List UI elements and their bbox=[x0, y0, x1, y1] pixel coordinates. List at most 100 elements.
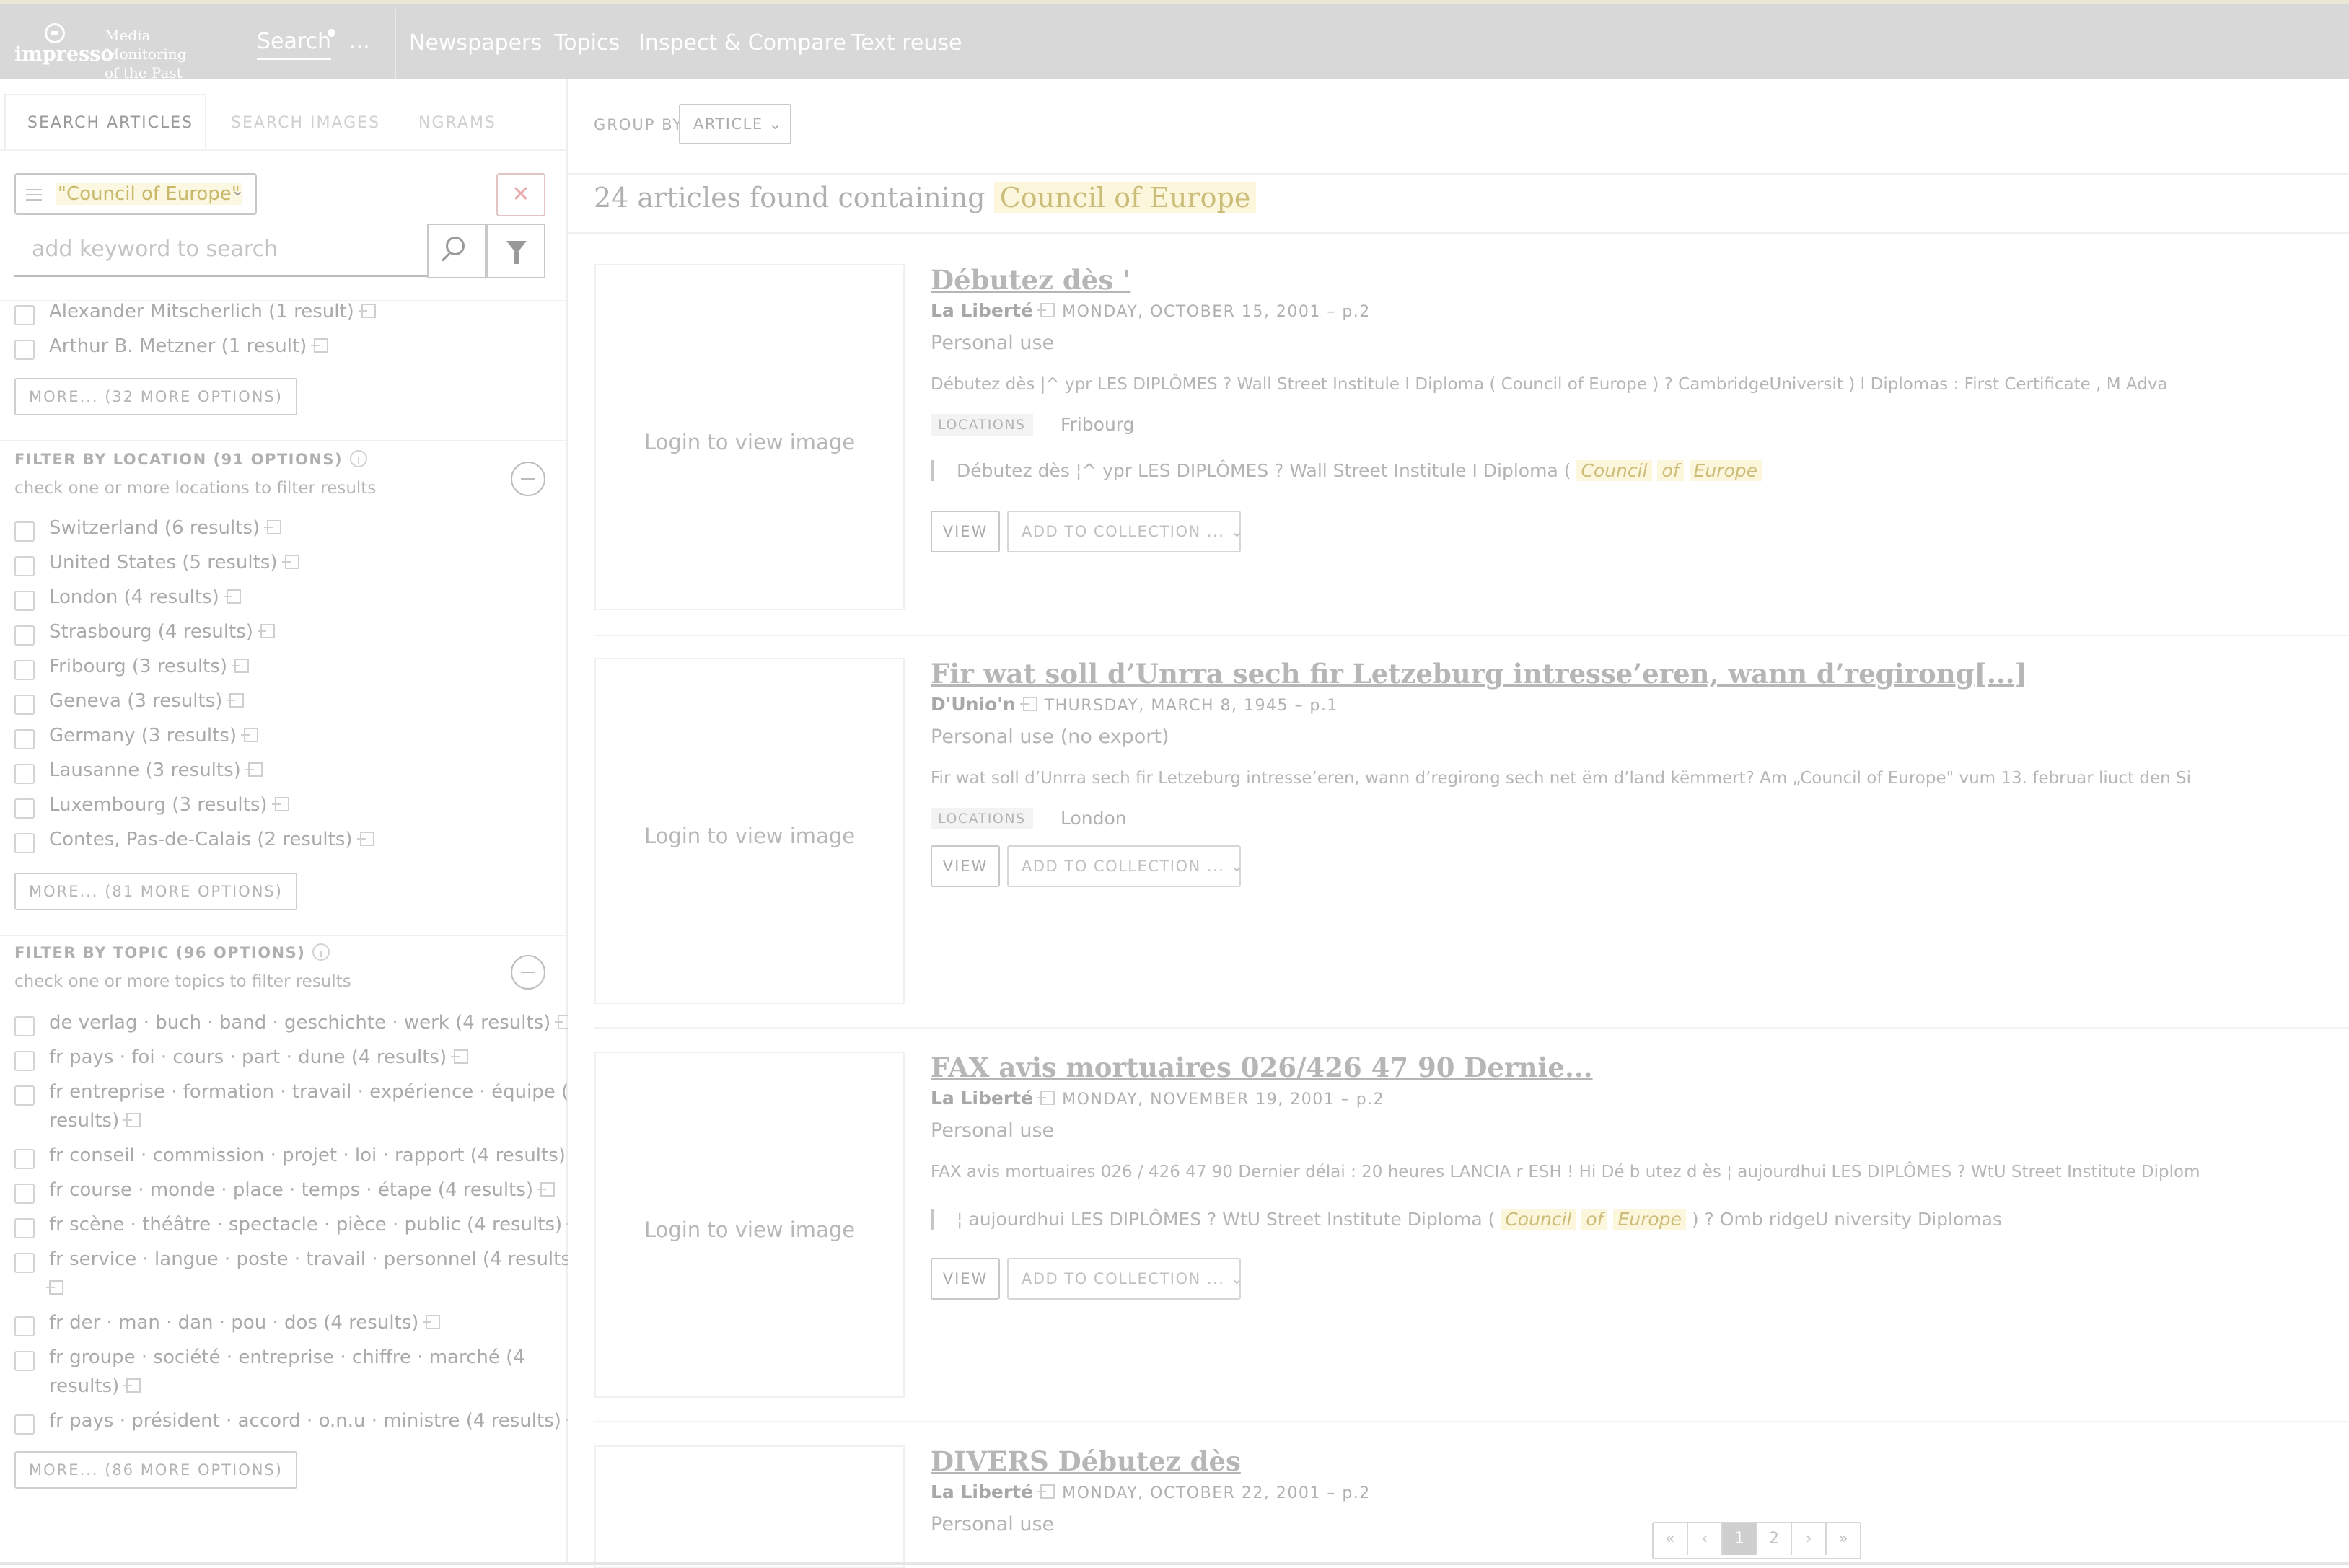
checkbox[interactable] bbox=[14, 591, 35, 611]
external-link-icon[interactable] bbox=[223, 589, 241, 604]
chevron-down-icon: ⌄ bbox=[763, 115, 783, 133]
checkbox[interactable] bbox=[14, 798, 35, 819]
article-title[interactable]: Débutez dès ' bbox=[931, 264, 1130, 296]
nav-inspect-compare[interactable]: Inspect & Compare bbox=[638, 30, 846, 56]
external-link-icon[interactable] bbox=[281, 555, 299, 569]
external-link-icon[interactable] bbox=[1037, 1484, 1055, 1499]
clear-query-button[interactable]: ✕ bbox=[496, 173, 545, 216]
query-highlight: Council of Europe bbox=[993, 182, 1257, 213]
checkbox[interactable] bbox=[14, 1149, 35, 1169]
search-button[interactable] bbox=[427, 224, 486, 278]
external-link-icon[interactable] bbox=[232, 659, 250, 673]
checkbox[interactable] bbox=[14, 305, 35, 325]
article-thumbnail[interactable]: Login to view image bbox=[594, 264, 905, 610]
checkbox[interactable] bbox=[14, 1051, 35, 1071]
person-more-button[interactable]: MORE... (32 MORE OPTIONS) bbox=[14, 378, 297, 415]
checkbox[interactable] bbox=[14, 1218, 35, 1238]
chevron-down-icon: ⌄ bbox=[1224, 523, 1244, 540]
tab-search-articles[interactable]: SEARCH ARTICLES bbox=[27, 114, 193, 132]
external-link-icon[interactable] bbox=[358, 304, 376, 318]
nav-search-indicator bbox=[328, 29, 335, 37]
external-link-icon[interactable] bbox=[1037, 1091, 1055, 1105]
external-link-icon[interactable] bbox=[123, 1113, 141, 1127]
article-thumbnail[interactable]: Login to view image bbox=[594, 1052, 905, 1398]
article-thumbnail[interactable] bbox=[594, 1445, 905, 1568]
checkbox[interactable] bbox=[14, 1184, 35, 1204]
add-to-collection-button[interactable]: ADD TO COLLECTION ... ⌄ bbox=[1007, 511, 1244, 552]
checkbox[interactable] bbox=[14, 833, 35, 853]
checkbox[interactable] bbox=[14, 521, 35, 542]
add-to-collection-button[interactable]: ADD TO COLLECTION ... ⌄ bbox=[1007, 1258, 1243, 1300]
info-icon[interactable] bbox=[312, 943, 330, 961]
external-link-icon[interactable] bbox=[271, 797, 289, 811]
article-meta: La Liberté MONDAY, NOVEMBER 19, 2001 – p.… bbox=[931, 1088, 1385, 1109]
checkbox[interactable] bbox=[14, 660, 35, 680]
keyword-search-input[interactable] bbox=[14, 224, 427, 277]
external-link-icon[interactable] bbox=[123, 1378, 141, 1393]
article-excerpt: FAX avis mortuaires 026 / 426 47 90 Dern… bbox=[931, 1163, 2200, 1181]
page-2-button[interactable]: 2 bbox=[1757, 1523, 1792, 1555]
external-link-icon[interactable] bbox=[356, 832, 374, 846]
nav-newspapers[interactable]: Newspapers bbox=[409, 30, 542, 56]
external-link-icon[interactable] bbox=[264, 520, 282, 534]
prev-page-button[interactable]: ‹ bbox=[1688, 1523, 1723, 1555]
checkbox[interactable] bbox=[14, 729, 35, 749]
location-more-button[interactable]: MORE... (81 MORE OPTIONS) bbox=[14, 873, 297, 910]
nav-more[interactable]: ... bbox=[349, 29, 370, 54]
info-icon[interactable] bbox=[350, 450, 368, 467]
external-link-icon[interactable] bbox=[46, 1280, 63, 1295]
nav-text-reuse[interactable]: Text reuse bbox=[851, 30, 962, 56]
article-thumbnail[interactable]: Login to view image bbox=[594, 658, 905, 1004]
article-title[interactable]: FAX avis mortuaires 026/426 47 90 Dernie… bbox=[931, 1052, 1593, 1083]
group-by-dropdown[interactable]: ARTICLE ⌄ bbox=[679, 104, 791, 144]
next-page-button[interactable]: › bbox=[1792, 1523, 1827, 1555]
checkbox[interactable] bbox=[14, 1253, 35, 1273]
checkbox[interactable] bbox=[14, 625, 35, 646]
external-link-icon[interactable] bbox=[257, 624, 275, 638]
external-link-icon[interactable] bbox=[1019, 697, 1037, 711]
external-link-icon[interactable] bbox=[537, 1182, 556, 1197]
external-link-icon[interactable] bbox=[240, 728, 258, 742]
article-title[interactable]: Fir wat soll d’Unrra sech fir Letzeburg … bbox=[931, 658, 2027, 690]
nav-topics[interactable]: Topics bbox=[554, 30, 620, 56]
page-1-button[interactable]: 1 bbox=[1723, 1523, 1757, 1555]
last-page-button[interactable]: » bbox=[1827, 1523, 1860, 1555]
collapse-icon[interactable] bbox=[511, 955, 545, 990]
external-link-icon[interactable] bbox=[227, 693, 245, 708]
external-link-icon[interactable] bbox=[451, 1049, 469, 1064]
external-link-icon[interactable] bbox=[423, 1315, 441, 1329]
filter-button[interactable] bbox=[486, 224, 545, 278]
view-button[interactable]: VIEW bbox=[931, 511, 1000, 552]
add-to-collection-button[interactable]: ADD TO COLLECTION ... ⌄ bbox=[1007, 845, 1243, 887]
checkbox[interactable] bbox=[14, 340, 35, 360]
checkbox[interactable] bbox=[14, 1351, 35, 1371]
view-button[interactable]: VIEW bbox=[931, 845, 1000, 887]
locations-badge: LOCATIONS bbox=[931, 414, 1033, 436]
external-link-icon[interactable] bbox=[311, 338, 329, 353]
nav-search[interactable]: Search bbox=[257, 29, 332, 60]
impresso-logo[interactable]: impresso Media Monitoring of the Past bbox=[14, 20, 231, 82]
location-value[interactable]: London bbox=[1061, 808, 1127, 829]
tab-ngrams[interactable]: NGRAMS bbox=[418, 114, 496, 132]
topic-more-button[interactable]: MORE... (86 MORE OPTIONS) bbox=[14, 1451, 297, 1489]
checkbox[interactable] bbox=[14, 695, 35, 715]
checkbox[interactable] bbox=[14, 556, 35, 576]
checkbox[interactable] bbox=[14, 1016, 35, 1036]
results-count: 24 articles found containing Council of … bbox=[594, 182, 1257, 213]
external-link-icon[interactable] bbox=[1037, 303, 1055, 317]
logo-mark-icon bbox=[45, 23, 65, 43]
external-link-icon[interactable] bbox=[245, 762, 263, 777]
article-title[interactable]: DIVERS Débutez dès bbox=[931, 1445, 1241, 1477]
checkbox[interactable] bbox=[14, 1316, 35, 1336]
query-chip[interactable]: "Council of Europe" ⌄ bbox=[14, 173, 257, 215]
checkbox[interactable] bbox=[14, 764, 35, 784]
location-value[interactable]: Fribourg bbox=[1061, 414, 1135, 435]
divider bbox=[594, 635, 2349, 636]
view-button[interactable]: VIEW bbox=[931, 1258, 1000, 1300]
first-page-button[interactable]: « bbox=[1654, 1523, 1688, 1555]
tab-search-images[interactable]: SEARCH IMAGES bbox=[231, 114, 380, 132]
checkbox[interactable] bbox=[14, 1414, 35, 1435]
checkbox[interactable] bbox=[14, 1085, 35, 1106]
collapse-icon[interactable] bbox=[511, 462, 545, 496]
topic-filter-title: FILTER BY TOPIC (96 OPTIONS) bbox=[14, 943, 330, 961]
